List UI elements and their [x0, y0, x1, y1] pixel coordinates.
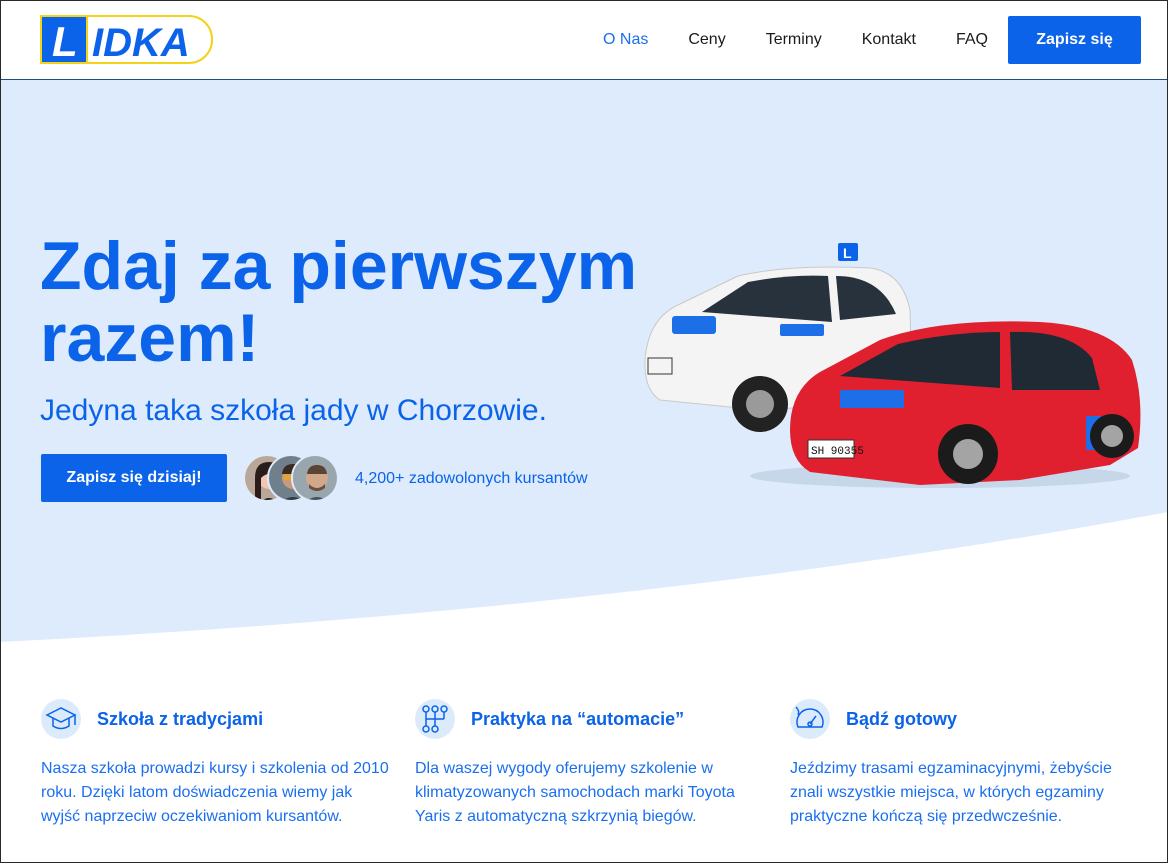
graduation-cap-icon [41, 699, 81, 739]
nav-item-ceny[interactable]: Ceny [688, 31, 725, 49]
feature-title: Bądź gotowy [846, 709, 957, 729]
hero-title: Zdaj za pierwszym razem! [40, 228, 638, 376]
features-section: Szkoła z tradycjami Nasza szkoła prowadz… [0, 653, 1168, 863]
feature-text: Jeździmy trasami egzaminacyjnymi, żebyśc… [790, 760, 1112, 825]
svg-text:L: L [843, 245, 852, 261]
avatar [291, 454, 339, 502]
driving-school-cars-image: L L SH 90355 [640, 240, 1145, 495]
nav-item-kontakt[interactable]: Kontakt [862, 31, 916, 49]
nav-item-faq[interactable]: FAQ [956, 31, 988, 49]
site-header: L IDKA O Nas Ceny Terminy Kontakt FAQ Za… [0, 0, 1168, 80]
gearbox-icon [415, 699, 455, 739]
student-avatars [243, 454, 343, 502]
feature-title: Praktyka na “automacie” [471, 709, 685, 729]
logo-letters: IDKA [92, 21, 190, 64]
feature-text: Dla waszej wygody oferujemy szkolenie w … [415, 760, 735, 825]
social-proof-text: 4,200+ zadowolonych kursantów [355, 470, 588, 487]
hero-subtitle: Jedyna taka szkoła jady w Chorzowie. [40, 394, 547, 427]
hero-section: Zdaj za pierwszym razem! Jedyna taka szk… [0, 80, 1168, 653]
feature-text: Nasza szkoła prowadzi kursy i szkolenia … [41, 760, 389, 825]
logo-graphic: L IDKA [40, 15, 213, 65]
signup-today-button[interactable]: Zapisz się dzisiaj! [41, 454, 227, 502]
logo[interactable]: L IDKA [40, 15, 214, 65]
logo-letter-l: L [52, 18, 78, 64]
nav-item-o-nas[interactable]: O Nas [603, 31, 648, 49]
license-plate: SH 90355 [811, 446, 864, 458]
feature-title: Szkoła z tradycjami [97, 709, 264, 729]
main-nav: O Nas Ceny Terminy Kontakt FAQ [603, 0, 988, 80]
signup-button[interactable]: Zapisz się [1008, 16, 1141, 64]
speedometer-icon [790, 699, 830, 739]
nav-item-terminy[interactable]: Terminy [766, 31, 822, 49]
